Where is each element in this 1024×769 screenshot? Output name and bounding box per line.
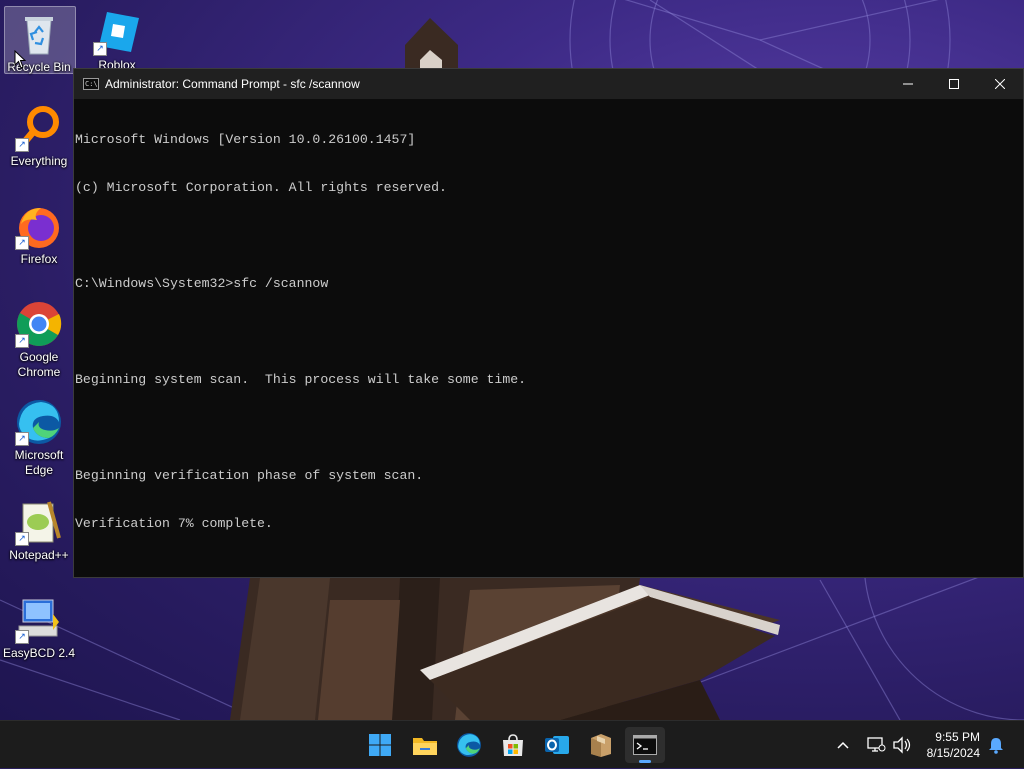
desktop-icon-label: Google Chrome [17,350,61,379]
shortcut-arrow-icon: ↗ [93,42,107,56]
shortcut-arrow-icon: ↗ [15,432,29,446]
shortcut-arrow-icon: ↗ [15,532,29,546]
console-line: Verification 7% complete. [75,516,273,531]
network-icon [867,737,886,752]
console-line: Beginning system scan. This process will… [75,372,527,387]
taskbar: 9:55 PM 8/15/2024 [0,720,1024,768]
store-icon [503,734,523,756]
minimize-icon [903,83,913,85]
outlook-icon [545,736,569,754]
desktop-icon-notepad-plus-plus[interactable]: ↗ Notepad++ [2,498,76,563]
desktop-icon-label: Microsoft Edge [14,448,64,477]
desktop-icon-label: Everything [10,154,68,168]
everything-search-icon: ↗ [15,104,63,152]
clock-time: 9:55 PM [935,730,980,744]
taskbar-edge[interactable] [449,727,489,763]
shortcut-arrow-icon: ↗ [15,138,29,152]
desktop-icon-label: Firefox [20,252,58,266]
volume-button[interactable] [892,721,912,769]
speaker-icon [893,736,911,754]
close-icon [995,79,1005,89]
shortcut-arrow-icon: ↗ [15,630,29,644]
taskbar-command-prompt[interactable] [625,727,665,763]
console-line: Microsoft Windows [Version 10.0.26100.14… [75,132,416,147]
chrome-icon: ↗ [15,300,63,348]
console-line: Beginning verification phase of system s… [75,468,424,483]
desktop-icon-label: Notepad++ [9,548,69,562]
minimize-button[interactable] [885,69,931,99]
bell-icon [989,738,1003,754]
desktop-icon-google-chrome[interactable]: ↗ Google Chrome [2,300,76,380]
chevron-up-icon [837,741,849,749]
close-button[interactable] [977,69,1023,99]
terminal-icon [633,735,657,755]
taskbar-microsoft-store[interactable] [493,727,533,763]
box-icon [591,734,611,757]
shortcut-arrow-icon: ↗ [15,236,29,250]
desktop-icon-everything[interactable]: ↗ Everything [2,104,76,169]
command-prompt-window[interactable]: C:\ Administrator: Command Prompt - sfc … [73,68,1024,578]
active-app-indicator [639,760,651,763]
start-button[interactable] [360,727,400,763]
notepad-plus-plus-icon: ↗ [15,498,63,546]
maximize-icon [949,79,959,89]
window-titlebar[interactable]: C:\ Administrator: Command Prompt - sfc … [74,69,1023,99]
windows-logo-icon [369,734,391,756]
cmd-icon: C:\ [83,78,99,90]
taskbar-package-app[interactable] [581,727,621,763]
mouse-cursor-icon [14,50,27,69]
console-line: (c) Microsoft Corporation. All rights re… [75,180,447,195]
console-line: C:\Windows\System32>sfc /scannow [75,276,329,291]
clock[interactable]: 9:55 PM 8/15/2024 [927,729,980,761]
desktop-icon-firefox[interactable]: ↗ Firefox [2,202,76,267]
console-output[interactable]: Microsoft Windows [Version 10.0.26100.14… [74,99,1023,564]
notifications-button[interactable] [988,721,1004,769]
network-status-button[interactable] [866,721,886,769]
desktop-icon-easybcd[interactable]: ↗ EasyBCD 2.4 [2,596,76,661]
edge-icon [457,733,481,757]
firefox-icon: ↗ [15,202,63,250]
edge-icon: ↗ [15,398,63,446]
roblox-studio-icon: ↗ [93,8,141,56]
shortcut-arrow-icon: ↗ [15,334,29,348]
desktop-icon-label: EasyBCD 2.4 [2,646,76,660]
window-title: Administrator: Command Prompt - sfc /sca… [105,77,360,91]
desktop-icon-microsoft-edge[interactable]: ↗ Microsoft Edge [2,398,76,478]
taskbar-outlook[interactable] [537,727,577,763]
folder-icon [413,738,437,755]
clock-date: 8/15/2024 [926,746,980,760]
tray-overflow-button[interactable] [836,721,850,769]
taskbar-file-explorer[interactable] [405,727,445,763]
maximize-button[interactable] [931,69,977,99]
easybcd-icon: ↗ [15,596,63,644]
